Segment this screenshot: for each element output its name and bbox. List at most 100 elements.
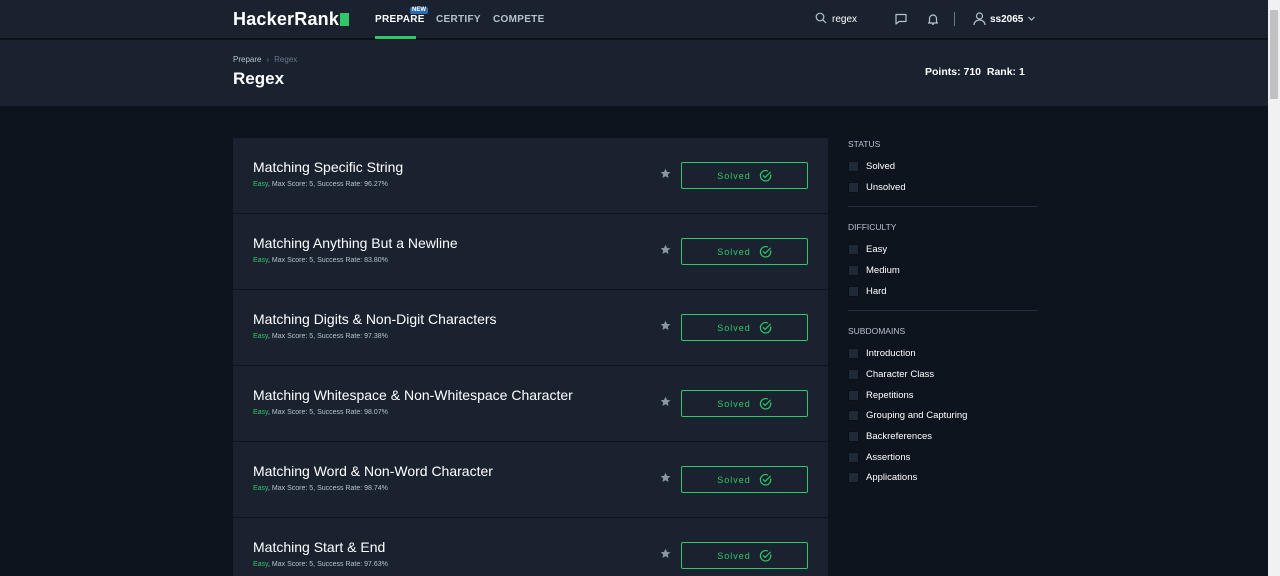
star-icon[interactable] xyxy=(660,548,671,559)
challenge-title[interactable]: Matching Anything But a Newline xyxy=(253,235,458,251)
logo-text: HackerRank xyxy=(233,9,340,29)
solved-label: Solved xyxy=(717,550,751,561)
check-circle-icon xyxy=(759,322,772,334)
scrollbar-thumb[interactable] xyxy=(1270,10,1278,99)
filter-divider xyxy=(848,206,1038,208)
tab-compete[interactable]: COMPETE xyxy=(493,14,545,25)
challenge-title[interactable]: Matching Digits & Non-Digit Characters xyxy=(253,311,497,327)
username[interactable]: ss2065 xyxy=(990,14,1023,25)
challenge-title[interactable]: Matching Whitespace & Non-Whitespace Cha… xyxy=(253,387,573,403)
check-circle-icon xyxy=(759,550,772,562)
check-circle-icon xyxy=(759,246,772,258)
filter-label: Grouping and Capturing xyxy=(866,410,968,422)
bell-icon[interactable] xyxy=(926,12,940,26)
filter-label: Introduction xyxy=(866,348,916,360)
search-icon[interactable] xyxy=(815,12,827,24)
filter-title: STATUS xyxy=(848,139,881,149)
checkbox[interactable] xyxy=(848,410,859,422)
star-icon[interactable] xyxy=(660,168,671,179)
breadcrumb-prepare[interactable]: Prepare xyxy=(233,55,261,64)
filter-label: Backreferences xyxy=(866,431,933,443)
star-icon[interactable] xyxy=(660,472,671,483)
filter-label: Applications xyxy=(866,472,918,484)
challenge-title[interactable]: Matching Start & End xyxy=(253,539,385,555)
challenge-meta: Easy, Max Score: 5, Success Rate: 96.27% xyxy=(253,181,388,188)
checkbox[interactable] xyxy=(848,472,859,484)
filter-option-backreferences[interactable]: Backreferences xyxy=(848,426,1038,447)
solved-label: Solved xyxy=(717,474,751,485)
page-scrollbar[interactable] xyxy=(1268,0,1280,576)
checkbox[interactable] xyxy=(848,181,859,193)
points-rank: Points: 710 Rank: 1 xyxy=(925,66,1025,78)
active-tab-indicator xyxy=(375,36,416,39)
challenge-title[interactable]: Matching Word & Non-Word Character xyxy=(253,463,493,479)
solved-button[interactable]: Solved xyxy=(681,466,808,493)
challenge-meta: Easy, Max Score: 5, Success Rate: 97.63% xyxy=(253,561,388,568)
chevron-down-icon[interactable] xyxy=(1027,14,1036,23)
filter-option-assertions[interactable]: Assertions xyxy=(848,447,1038,468)
filter-option-medium[interactable]: Medium xyxy=(848,260,1038,281)
breadcrumb: Prepare › Regex xyxy=(233,55,297,64)
rank-label: Rank: 1 xyxy=(986,66,1025,78)
filter-difficulty: DIFFICULTY Easy Medium Hard xyxy=(848,221,1038,301)
filter-option-repetitions[interactable]: Repetitions xyxy=(848,385,1038,406)
page-header: Prepare › Regex Regex Points: 710 Rank: 1 xyxy=(0,40,1268,106)
user-icon[interactable] xyxy=(972,11,987,26)
challenge-card[interactable]: Matching Digits & Non-Digit Characters E… xyxy=(233,290,828,366)
tab-prepare[interactable]: PREPARE xyxy=(375,14,425,25)
filter-option-grouping[interactable]: Grouping and Capturing xyxy=(848,406,1038,427)
filter-option-applications[interactable]: Applications xyxy=(848,468,1038,489)
filter-option-introduction[interactable]: Introduction xyxy=(848,343,1038,364)
chat-icon[interactable] xyxy=(894,12,908,26)
checkbox[interactable] xyxy=(848,451,859,463)
challenge-card[interactable]: Matching Word & Non-Word Character Easy,… xyxy=(233,442,828,518)
checkbox[interactable] xyxy=(848,285,859,297)
filter-option-easy[interactable]: Easy xyxy=(848,239,1038,260)
filter-label: Easy xyxy=(866,244,888,256)
hackerrank-logo[interactable]: HackerRank xyxy=(233,9,350,30)
solved-label: Solved xyxy=(717,322,751,333)
challenge-title[interactable]: Matching Specific String xyxy=(253,159,403,175)
filter-option-solved[interactable]: Solved xyxy=(848,156,1038,177)
difficulty-label: Easy xyxy=(253,561,269,568)
star-icon[interactable] xyxy=(660,320,671,331)
filter-option-character-class[interactable]: Character Class xyxy=(848,364,1038,385)
checkbox[interactable] xyxy=(848,431,859,443)
filter-label: Medium xyxy=(866,264,900,276)
search-input[interactable]: regex xyxy=(832,14,857,25)
checkbox[interactable] xyxy=(848,368,859,380)
solved-label: Solved xyxy=(717,170,751,181)
challenge-card[interactable]: Matching Start & End Easy, Max Score: 5,… xyxy=(233,518,828,576)
challenge-card[interactable]: Matching Specific String Easy, Max Score… xyxy=(233,138,828,214)
solved-button[interactable]: Solved xyxy=(681,390,808,417)
challenge-list: Matching Specific String Easy, Max Score… xyxy=(233,138,828,576)
score-info: , Max Score: 5, Success Rate: 97.63% xyxy=(268,561,388,568)
star-icon[interactable] xyxy=(660,396,671,407)
difficulty-label: Easy xyxy=(253,409,269,416)
checkbox[interactable] xyxy=(848,244,859,256)
star-icon[interactable] xyxy=(660,244,671,255)
tab-certify[interactable]: CERTIFY xyxy=(436,14,481,25)
filter-sidebar: STATUS Solved Unsolved DIFFICULTY Easy M… xyxy=(848,138,1038,488)
filter-label: Hard xyxy=(866,285,887,297)
difficulty-label: Easy xyxy=(253,485,269,492)
solved-button[interactable]: Solved xyxy=(681,238,808,265)
filter-option-hard[interactable]: Hard xyxy=(848,281,1038,302)
solved-button[interactable]: Solved xyxy=(681,162,808,189)
checkbox[interactable] xyxy=(848,389,859,401)
filter-label: Repetitions xyxy=(866,389,914,401)
filter-label: Solved xyxy=(866,160,896,172)
checkbox[interactable] xyxy=(848,160,859,172)
filter-label: Unsolved xyxy=(866,181,906,193)
difficulty-label: Easy xyxy=(253,181,269,188)
checkbox[interactable] xyxy=(848,348,859,360)
filter-divider xyxy=(848,310,1038,312)
challenge-card[interactable]: Matching Whitespace & Non-Whitespace Cha… xyxy=(233,366,828,442)
challenge-card[interactable]: Matching Anything But a Newline Easy, Ma… xyxy=(233,214,828,290)
nav-divider xyxy=(954,12,955,26)
breadcrumb-separator: › xyxy=(266,55,270,64)
checkbox[interactable] xyxy=(848,264,859,276)
filter-option-unsolved[interactable]: Unsolved xyxy=(848,177,1038,198)
solved-button[interactable]: Solved xyxy=(681,314,808,341)
solved-button[interactable]: Solved xyxy=(681,542,808,569)
